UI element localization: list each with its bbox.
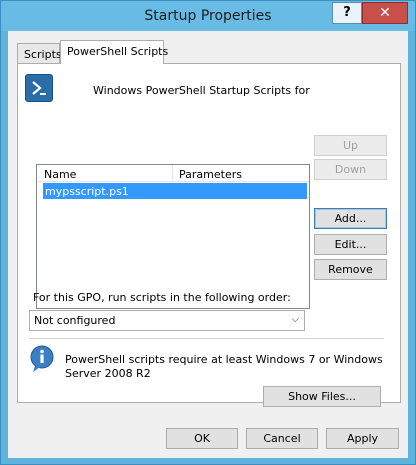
order-select-value: Not configured — [34, 314, 116, 327]
chevron-down-icon[interactable]: ⌵ — [291, 314, 299, 325]
list-header: Name Parameters — [37, 165, 309, 182]
column-parameters[interactable]: Parameters — [179, 168, 242, 181]
order-label: For this GPO, run scripts in the followi… — [33, 291, 291, 304]
edit-button[interactable]: Edit... — [314, 234, 387, 255]
down-button[interactable]: Down — [314, 159, 387, 180]
column-separator[interactable] — [172, 165, 173, 181]
divider — [29, 338, 384, 339]
tab-scripts[interactable]: Scripts — [17, 43, 62, 63]
ok-button[interactable]: OK — [166, 428, 238, 449]
info-text: PowerShell scripts require at least Wind… — [65, 353, 383, 380]
help-button[interactable]: ? — [332, 2, 362, 24]
info-icon — [28, 344, 58, 374]
remove-button[interactable]: Remove — [314, 259, 387, 280]
apply-button[interactable]: Apply — [326, 428, 399, 449]
cancel-button[interactable]: Cancel — [246, 428, 318, 449]
up-button[interactable]: Up — [314, 135, 387, 156]
show-files-button[interactable]: Show Files... — [263, 386, 381, 407]
order-select[interactable]: Not configured ⌵ — [29, 310, 305, 331]
dialog-client-area: Scripts PowerShell Scripts Windows Power… — [8, 31, 408, 458]
header-text: Windows PowerShell Startup Scripts for — [93, 84, 310, 97]
scripts-list[interactable]: Name Parameters mypsscript.ps1 — [36, 164, 310, 309]
powershell-icon — [25, 74, 53, 102]
column-name[interactable]: Name — [44, 168, 76, 181]
startup-properties-window: Startup Properties ? ✕ Scripts PowerShel… — [0, 0, 416, 465]
add-button[interactable]: Add... — [314, 208, 387, 229]
close-button[interactable]: ✕ — [362, 2, 408, 24]
row-name: mypsscript.ps1 — [45, 185, 129, 198]
tab-powershell-scripts[interactable]: PowerShell Scripts — [60, 40, 168, 64]
title-bar[interactable]: Startup Properties ? ✕ — [1, 1, 415, 31]
table-row[interactable]: mypsscript.ps1 — [43, 183, 307, 199]
